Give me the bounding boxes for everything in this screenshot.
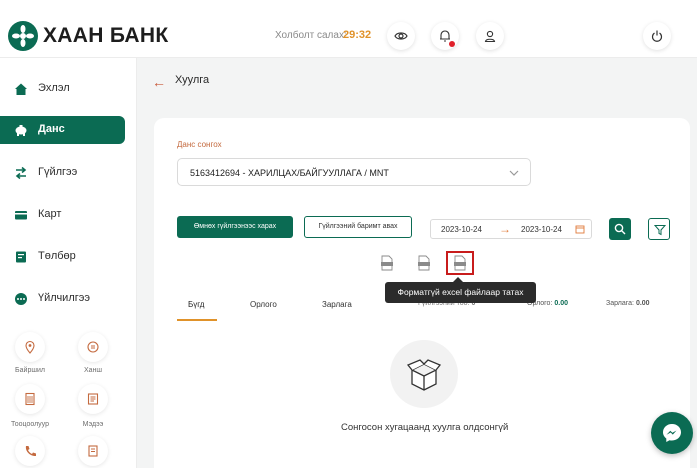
highlight-box bbox=[446, 251, 474, 275]
messenger-icon bbox=[663, 424, 681, 442]
profile-button[interactable] bbox=[476, 22, 504, 50]
search-button[interactable] bbox=[609, 218, 631, 240]
news-button[interactable] bbox=[78, 384, 108, 414]
view-previous-transactions-button[interactable]: Өмнөх гүйлгээнээс харах bbox=[177, 216, 293, 238]
more-icon bbox=[15, 293, 27, 305]
piggy-bank-icon bbox=[15, 125, 27, 136]
tab-all[interactable]: Бүгд bbox=[188, 300, 204, 309]
location-icon bbox=[25, 340, 35, 354]
date-from[interactable]: 2023-10-24 bbox=[441, 225, 482, 234]
card-icon bbox=[15, 211, 27, 220]
active-tab-indicator bbox=[177, 319, 217, 321]
empty-box-icon bbox=[406, 359, 442, 391]
user-icon bbox=[484, 30, 496, 43]
expense-label: Зарлага: bbox=[606, 300, 634, 307]
sidebar-item-label: Үйлчилгээ bbox=[38, 292, 90, 304]
exchange-icon bbox=[87, 341, 99, 353]
sidebar-item-home[interactable]: Эхлэл bbox=[0, 75, 125, 103]
calculator-button[interactable] bbox=[15, 384, 45, 414]
calculator-icon bbox=[25, 392, 35, 406]
account-select-value: 5163412694 - ХАРИЛЦАХ/БАЙГУУЛЛАГА / MNT bbox=[190, 168, 389, 178]
get-receipt-button[interactable]: Гүйлгээний баримт авах bbox=[304, 216, 412, 238]
exchange-rate-button[interactable] bbox=[78, 332, 108, 362]
date-range-picker[interactable]: 2023-10-24 → 2023-10-24 bbox=[430, 219, 592, 239]
session-timer: 29:32 bbox=[343, 29, 372, 41]
quick-label: Ханш bbox=[83, 367, 103, 374]
date-to[interactable]: 2023-10-24 bbox=[521, 225, 562, 234]
messenger-chat-button[interactable] bbox=[651, 412, 693, 454]
expense-value: 0.00 bbox=[635, 300, 650, 307]
sidebar-item-payments[interactable]: Төлбөр bbox=[0, 243, 125, 271]
account-select-label: Данс сонгох bbox=[177, 140, 222, 149]
search-icon bbox=[614, 223, 626, 235]
document-icon bbox=[88, 445, 98, 457]
brand-name: ХААН БАНК bbox=[43, 24, 169, 47]
logout-button[interactable] bbox=[643, 22, 671, 50]
notification-badge bbox=[449, 41, 455, 47]
phone-button[interactable] bbox=[15, 436, 45, 466]
sidebar-item-label: Төлбөр bbox=[38, 250, 76, 262]
download-excel-icon[interactable] bbox=[417, 255, 431, 271]
sidebar-item-services[interactable]: Үйлчилгээ bbox=[0, 285, 125, 313]
sidebar-item-label: Данс bbox=[38, 123, 65, 135]
sidebar-item-transactions[interactable]: Гүйлгээ bbox=[0, 159, 125, 187]
khan-bank-logo[interactable] bbox=[8, 21, 38, 51]
tab-income[interactable]: Орлого bbox=[250, 300, 277, 309]
download-tooltip: Форматгүй excel файлаар татах bbox=[385, 277, 536, 303]
news-icon bbox=[87, 393, 99, 405]
sidebar-item-label: Гүйлгээ bbox=[38, 166, 78, 178]
quick-label: Мэдээ bbox=[82, 421, 104, 428]
session-label: Холболт салах: bbox=[275, 30, 347, 41]
expense-summary: Зарлага: 0.00 bbox=[606, 300, 650, 307]
empty-state-message: Сонгосон хугацаанд хуулга олдсонгүй bbox=[341, 422, 509, 433]
tab-expense[interactable]: Зарлага bbox=[322, 300, 352, 309]
sidebar: Эхлэл Данс Гүйлгээ Карт Төлбөр Үйлчилгээ… bbox=[0, 58, 137, 468]
power-icon bbox=[651, 30, 663, 42]
branch-locator-button[interactable] bbox=[15, 332, 45, 362]
arrow-right-icon: → bbox=[499, 222, 511, 236]
filter-button[interactable] bbox=[648, 218, 670, 240]
back-arrow-icon[interactable]: ← bbox=[152, 74, 166, 90]
filter-icon bbox=[654, 225, 666, 236]
phone-icon bbox=[25, 446, 36, 457]
page-title: Хуулга bbox=[175, 74, 210, 86]
visibility-toggle-button[interactable] bbox=[387, 22, 415, 50]
income-value: 0.00 bbox=[554, 300, 568, 307]
download-pdf-icon[interactable] bbox=[380, 255, 394, 271]
quick-label: Байршил bbox=[15, 367, 45, 374]
notifications-button[interactable] bbox=[431, 22, 459, 50]
bill-icon bbox=[16, 251, 26, 263]
empty-state-illustration bbox=[390, 340, 458, 408]
quick-label: Тооцоолуур bbox=[11, 421, 49, 428]
sidebar-item-label: Карт bbox=[38, 208, 62, 220]
top-header: ХААН БАНК Холболт салах: 29:32 bbox=[0, 0, 697, 58]
documents-button[interactable] bbox=[78, 436, 108, 466]
sidebar-item-cards[interactable]: Карт bbox=[0, 201, 125, 229]
sidebar-item-accounts[interactable]: Данс bbox=[0, 116, 125, 144]
transfer-icon bbox=[15, 166, 27, 180]
account-select[interactable]: 5163412694 - ХАРИЛЦАХ/БАЙГУУЛЛАГА / MNT bbox=[177, 158, 531, 186]
sidebar-item-label: Эхлэл bbox=[38, 82, 70, 94]
chevron-down-icon bbox=[509, 170, 519, 176]
eye-icon bbox=[394, 32, 408, 40]
calendar-icon bbox=[575, 225, 585, 234]
home-icon bbox=[15, 83, 27, 95]
